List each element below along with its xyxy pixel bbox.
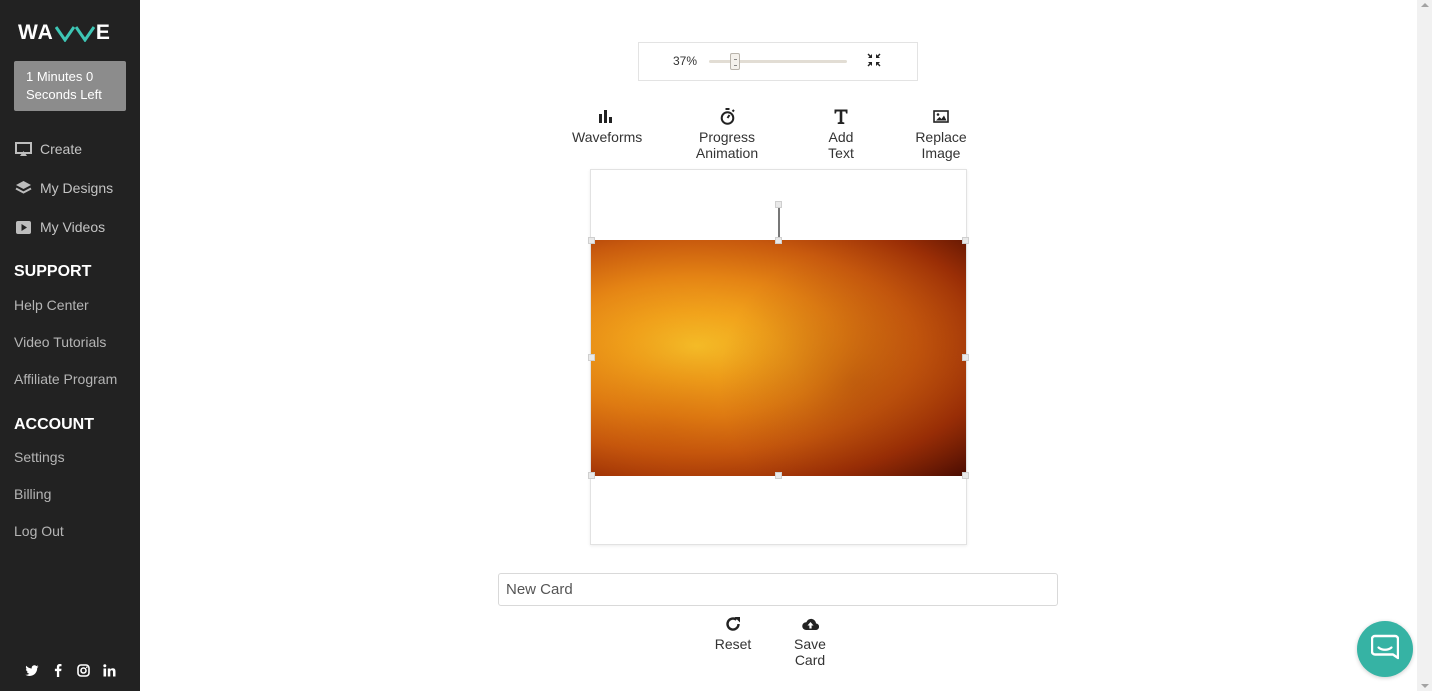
nav-my-designs[interactable]: My Designs <box>14 179 113 197</box>
zoom-level-label: 37% <box>673 54 698 68</box>
chat-support-button[interactable] <box>1357 621 1413 677</box>
affiliate-program-link[interactable]: Affiliate Program <box>14 371 117 387</box>
facebook-icon[interactable] <box>50 663 65 678</box>
nav-my-videos-label: My Videos <box>40 219 106 235</box>
page-scrollbar[interactable] <box>1417 0 1432 691</box>
nav-create[interactable]: Create <box>14 140 82 158</box>
resize-handle-left[interactable] <box>588 354 595 361</box>
waveforms-button[interactable]: Waveforms <box>572 107 643 145</box>
save-card-button[interactable]: Save Card <box>778 615 842 668</box>
layers-icon <box>14 179 32 197</box>
save-card-label: Save Card <box>794 636 826 668</box>
support-heading: SUPPORT <box>14 263 92 280</box>
collapse-icon[interactable] <box>867 53 881 67</box>
resize-handle-top-left[interactable] <box>588 237 595 244</box>
time-remaining-badge: 1 Minutes 0 Seconds Left <box>14 61 126 111</box>
image-icon <box>897 107 985 125</box>
text-icon <box>815 107 867 125</box>
resize-handle-top-right[interactable] <box>962 237 969 244</box>
play-icon <box>14 218 32 236</box>
logo-text-right: E <box>95 21 111 44</box>
add-text-button[interactable]: Add Text <box>815 107 867 161</box>
waveforms-label: Waveforms <box>572 129 643 145</box>
resize-handle-bottom[interactable] <box>775 472 782 479</box>
nav-my-designs-label: My Designs <box>40 180 114 196</box>
app-root: WA E 1 Minutes 0 Seconds Left Create My … <box>0 0 1432 691</box>
reset-label: Reset <box>714 636 752 652</box>
logo-text-left: WA <box>18 21 54 44</box>
resize-handle-right[interactable] <box>962 354 969 361</box>
design-canvas[interactable] <box>588 169 969 545</box>
bar-chart-icon <box>572 107 639 125</box>
card-name-input[interactable] <box>498 573 1058 606</box>
linkedin-icon[interactable] <box>102 663 117 678</box>
zoom-control: 37% <box>638 42 918 81</box>
resize-handle-top[interactable] <box>775 237 782 244</box>
progress-animation-label: Progress Animation <box>695 129 759 161</box>
logo-wave-mark <box>54 24 95 42</box>
video-tutorials-link[interactable]: Video Tutorials <box>14 334 106 350</box>
scroll-up-arrow[interactable] <box>1421 3 1429 7</box>
help-center-link[interactable]: Help Center <box>14 297 89 313</box>
settings-link[interactable]: Settings <box>14 449 65 465</box>
twitter-icon[interactable] <box>24 663 39 678</box>
sidebar: WA E 1 Minutes 0 Seconds Left Create My … <box>0 0 140 691</box>
stopwatch-icon <box>669 107 785 125</box>
presentation-icon <box>14 140 32 158</box>
rotation-handle-line <box>778 203 780 241</box>
wavve-logo[interactable]: WA E <box>18 21 111 44</box>
add-text-label: Add Text <box>828 129 854 161</box>
rotation-handle[interactable] <box>775 201 782 208</box>
zoom-slider-thumb[interactable] <box>730 53 740 70</box>
resize-handle-bottom-left[interactable] <box>588 472 595 479</box>
billing-link[interactable]: Billing <box>14 486 51 502</box>
nav-create-label: Create <box>40 141 83 157</box>
cloud-upload-icon <box>778 615 842 633</box>
progress-animation-button[interactable]: Progress Animation <box>669 107 785 161</box>
reset-button[interactable]: Reset <box>714 615 752 652</box>
log-out-link[interactable]: Log Out <box>14 523 64 539</box>
nav-my-videos[interactable]: My Videos <box>14 218 105 236</box>
scroll-down-arrow[interactable] <box>1421 684 1429 688</box>
background-image[interactable] <box>591 240 966 476</box>
resize-handle-bottom-right[interactable] <box>962 472 969 479</box>
account-heading: ACCOUNT <box>14 416 94 433</box>
instagram-icon[interactable] <box>76 663 91 678</box>
replace-image-button[interactable]: Replace Image <box>897 107 985 161</box>
replace-image-label: Replace Image <box>915 129 967 161</box>
chat-icon <box>1370 633 1400 666</box>
redo-icon <box>714 615 752 633</box>
social-links <box>24 663 117 678</box>
